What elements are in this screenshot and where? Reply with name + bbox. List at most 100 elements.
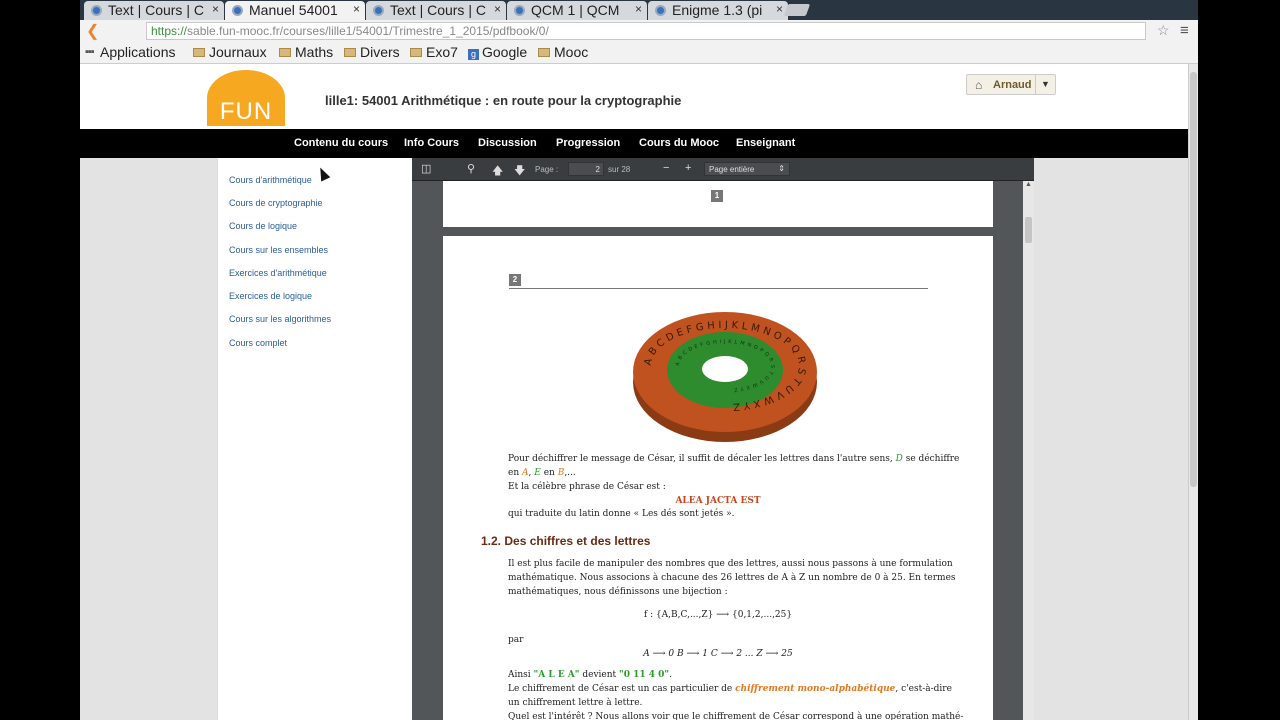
close-tab-icon[interactable]: × [212, 2, 219, 16]
nav-cours-du-mooc[interactable]: Cours du Mooc [639, 137, 719, 149]
pdf-para-4-line-3: mathématiques, nous définissons une bije… [508, 587, 728, 597]
pdf-para-1: Pour déchiffrer le message de César, il … [508, 454, 960, 464]
bookmark-journaux[interactable]: Journaux [193, 44, 267, 60]
fun-logo[interactable]: FUN [207, 70, 285, 126]
browser-menu-icon[interactable]: ≡ [1180, 22, 1189, 39]
close-tab-icon[interactable]: × [494, 2, 501, 16]
pdf-page-1: 1 [443, 181, 993, 227]
letter-mapping: A ⟶ 0 B ⟶ 1 C ⟶ 2 ... Z ⟶ 25 [643, 649, 793, 659]
caesar-cipher-disc: ABCDEFGHIJKLMNOPQRSTUVWXYZ ABCDEFGHIJKLM… [633, 312, 817, 442]
tab-manuel[interactable]: Manuel 54001 × [225, 1, 365, 20]
pdf-para-4-line-2: mathématique. Nous associons à chacune d… [508, 573, 956, 583]
bookmark-mooc[interactable]: Mooc [538, 44, 588, 60]
next-page-icon[interactable]: 🡇 [514, 162, 525, 181]
pdf-toolbar: ◫ ⚲ 🡅 🡇 Page : 2 sur 28 − + Page entière… [412, 158, 1034, 181]
bookmark-google[interactable]: g Google [468, 44, 527, 60]
page-number-badge: 1 [711, 190, 723, 202]
site-favicon-icon [373, 5, 384, 16]
sidebar-item-cours-cryptographie[interactable]: Cours de cryptographie [229, 198, 323, 208]
left-gutter [80, 158, 217, 720]
pdf-line-7: un chiffrement lettre à lettre. [508, 698, 643, 708]
par-text: par [508, 635, 524, 645]
site-favicon-icon [514, 5, 525, 16]
zoom-in-icon[interactable]: + [685, 162, 691, 174]
tab-text-cours-1[interactable]: Text | Cours | C × [84, 1, 224, 20]
bookmark-exo7[interactable]: Exo7 [410, 44, 458, 60]
tab-text-cours-2[interactable]: Text | Cours | C × [366, 1, 506, 20]
page-label: Page : [535, 165, 559, 174]
user-menu-button[interactable]: ⌂ Arnaud ▼ [966, 74, 1056, 95]
pdf-para-3: qui traduite du latin donne « Les dés so… [508, 509, 735, 519]
omnibox-bar: ❮ https://sable.fun-mooc.fr/courses/lill… [80, 20, 1198, 42]
close-tab-icon[interactable]: × [635, 2, 642, 16]
window-scrollbar[interactable] [1188, 64, 1198, 720]
pdf-viewer: ◫ ⚲ 🡅 🡇 Page : 2 sur 28 − + Page entière… [412, 158, 1034, 720]
bookmark-maths[interactable]: Maths [279, 44, 333, 60]
sidebar-item-exercices-logique[interactable]: Exercices de logique [229, 291, 312, 301]
sidebar-item-cours-logique[interactable]: Cours de logique [229, 221, 297, 231]
dropdown-caret-icon[interactable]: ▼ [1035, 75, 1055, 94]
pdf-para-2: Et la célèbre phrase de César est : [508, 482, 666, 492]
right-gutter [1034, 158, 1188, 720]
bookmark-star-icon[interactable]: ☆ [1157, 22, 1170, 39]
pdf-scroll-thumb[interactable] [1025, 217, 1032, 243]
pdf-page-2: 2 ABCDEFGHIJKLMNOPQRSTUVWXYZ ABCDEFGHIJK… [443, 236, 993, 720]
close-tab-icon[interactable]: × [353, 2, 360, 16]
search-icon[interactable]: ⚲ [467, 162, 475, 175]
tab-qcm[interactable]: QCM 1 | QCM × [507, 1, 647, 20]
previous-page-icon[interactable]: 🡅 [492, 162, 503, 181]
sidebar-item-exercices-arithmetique[interactable]: Exercices d'arithmétique [229, 268, 327, 278]
pdf-sidebar: Cours d'arithmétique Cours de cryptograp… [217, 158, 412, 720]
nav-info-cours[interactable]: Info Cours [404, 137, 459, 149]
nav-progression[interactable]: Progression [556, 137, 620, 149]
scroll-up-icon[interactable]: ▲ [1025, 181, 1032, 188]
disc-hole [702, 356, 748, 382]
site-header: FUN lille1: 54001 Arithmétique : en rout… [80, 64, 1188, 129]
toggle-sidebar-icon[interactable]: ◫ [421, 162, 431, 175]
page-total: sur 28 [608, 165, 631, 174]
sidebar-item-cours-arithmetique[interactable]: Cours d'arithmétique [229, 175, 312, 185]
new-tab-button[interactable] [783, 4, 811, 16]
tab-strip: Text | Cours | C × Manuel 54001 × Text |… [80, 0, 1198, 20]
apps-grid-icon[interactable]: ▪▪▪ [85, 46, 95, 58]
folder-icon [410, 48, 422, 57]
sidebar-item-cours-algorithmes[interactable]: Cours sur les algorithmes [229, 314, 331, 324]
folder-icon [344, 48, 356, 57]
site-favicon-icon [91, 5, 102, 16]
folder-icon [279, 48, 291, 57]
nav-enseignant[interactable]: Enseignant [736, 137, 795, 149]
bijection-formula: f : {A,B,C,...,Z} ⟶ {0,1,2,...,25} [643, 610, 793, 620]
zoom-out-icon[interactable]: − [663, 162, 669, 174]
address-bar[interactable]: https://sable.fun-mooc.fr/courses/lille1… [146, 22, 1146, 40]
mono-alpha-line: Le chiffrement de César est un cas parti… [508, 684, 952, 694]
bookmarks-bar: ▪▪▪ Applications Journaux Maths Divers E… [80, 42, 1198, 64]
bookmark-divers[interactable]: Divers [344, 44, 400, 60]
window-scroll-thumb[interactable] [1190, 72, 1197, 487]
user-name: Arnaud [993, 79, 1032, 91]
folder-icon [538, 48, 550, 57]
browser-window: Text | Cours | C × Manuel 54001 × Text |… [80, 0, 1198, 720]
home-icon: ⌂ [975, 78, 983, 92]
course-title: lille1: 54001 Arithmétique : en route po… [325, 93, 682, 108]
pdf-line-8: Quel est l'intérêt ? Nous allons voir qu… [508, 712, 964, 720]
select-arrows-icon: ⇕ [778, 164, 785, 173]
page-number-badge: 2 [509, 274, 521, 286]
pdf-scrollbar[interactable]: ▲ [1023, 181, 1034, 720]
pdf-para-1b: en A, E en B,... [508, 468, 576, 478]
pdf-para-4-line-1: Il est plus facile de manipuler des nomb… [508, 559, 953, 569]
sidebar-item-cours-ensembles[interactable]: Cours sur les ensembles [229, 245, 328, 255]
alea-jacta-est: ALEA JACTA EST [675, 496, 761, 506]
sidebar-item-cours-complet[interactable]: Cours complet [229, 338, 287, 348]
bookmark-applications[interactable]: Applications [100, 44, 176, 60]
section-heading: 1.2. Des chiffres et des lettres [481, 534, 651, 548]
close-tab-icon[interactable]: × [776, 2, 783, 16]
page-number-input[interactable]: 2 [568, 162, 604, 176]
folder-icon [193, 48, 205, 57]
nav-discussion[interactable]: Discussion [478, 137, 537, 149]
tab-enigme[interactable]: Enigme 1.3 (pi × [648, 1, 788, 20]
ainsi-line: Ainsi "A L E A" devient "0 11 4 0". [508, 670, 672, 680]
zoom-select[interactable]: Page entière ⇕ [704, 162, 790, 176]
nav-contenu-du-cours[interactable]: Contenu du cours [294, 137, 388, 149]
back-arrow-icon[interactable]: ❮ [86, 21, 99, 41]
google-favicon-icon: g [468, 49, 479, 60]
